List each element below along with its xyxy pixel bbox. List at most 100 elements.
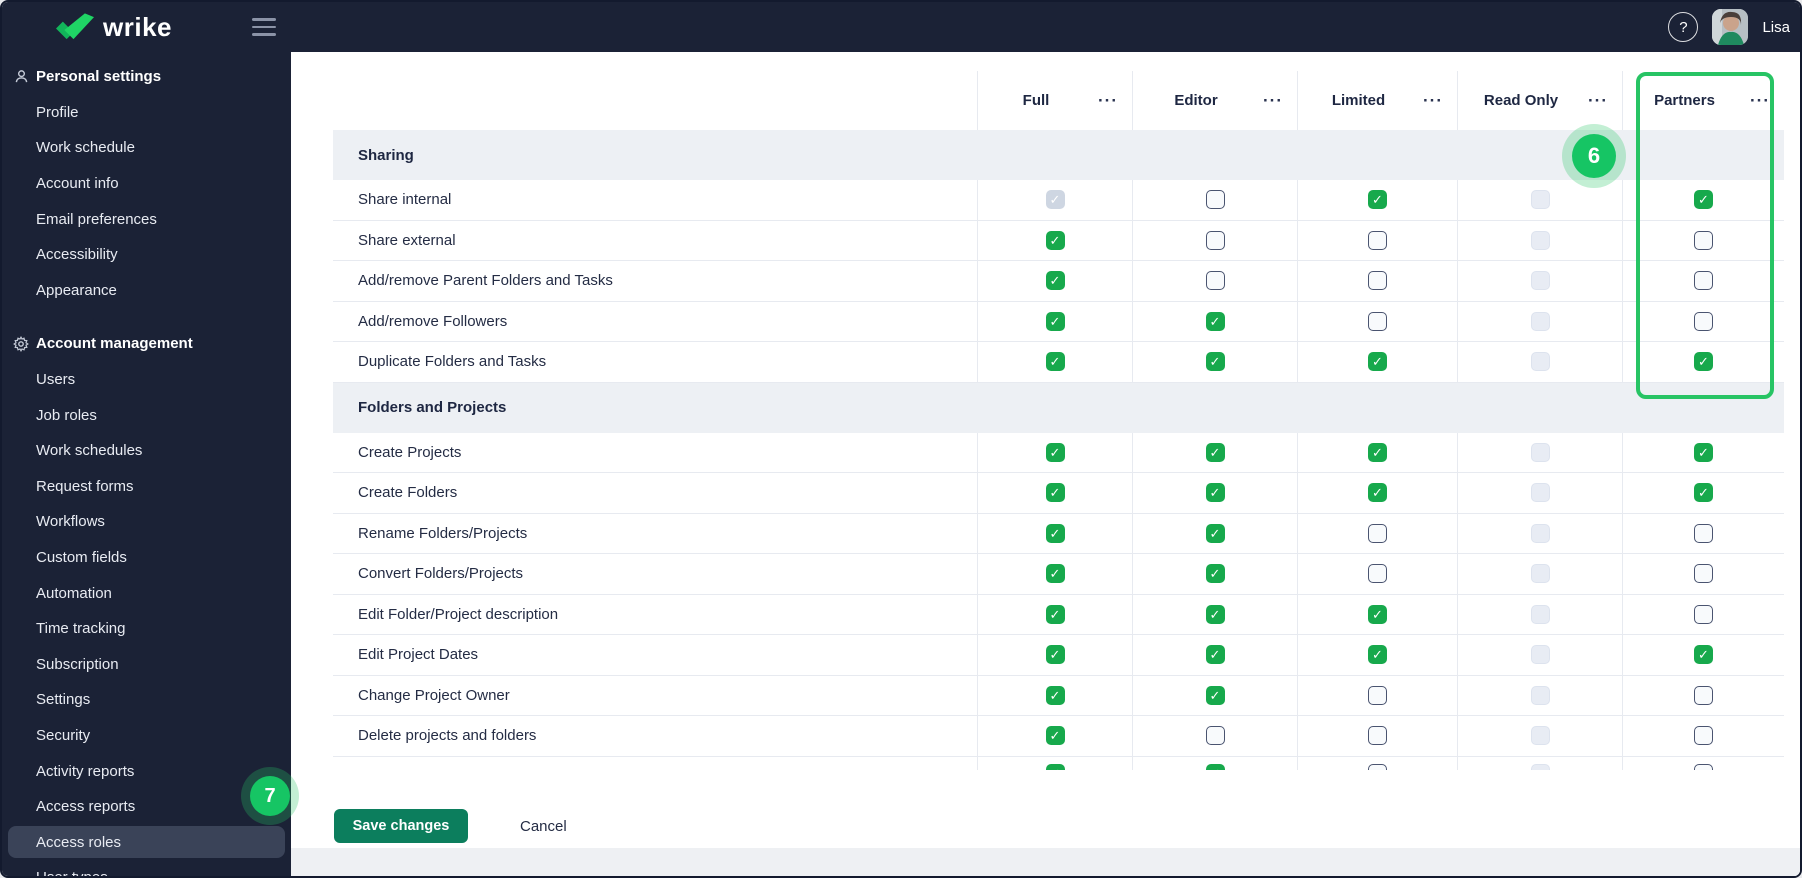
permission-checkbox-checked[interactable]	[1045, 483, 1065, 503]
sidebar-item-email-preferences[interactable]: Email preferences	[2, 201, 291, 237]
permission-checkbox-unchecked[interactable]	[1205, 726, 1225, 746]
permission-checkbox-unchecked[interactable]	[1694, 726, 1713, 746]
sidebar-item-users[interactable]: Users	[2, 362, 291, 398]
permission-checkbox-checked[interactable]	[1205, 564, 1225, 584]
sidebar-item-security[interactable]: Security	[2, 718, 291, 754]
permission-checkbox-checked[interactable]	[1045, 604, 1065, 624]
column-menu-icon[interactable]: ···	[1263, 92, 1283, 109]
column-menu-icon[interactable]: ···	[1098, 92, 1118, 109]
sidebar-item-request-forms[interactable]: Request forms	[2, 469, 291, 505]
permission-checkbox-unchecked[interactable]	[1368, 311, 1387, 331]
permission-checkbox-checked[interactable]	[1045, 645, 1065, 665]
avatar[interactable]	[1712, 9, 1749, 45]
permission-checkbox-checked[interactable]	[1045, 726, 1065, 746]
permission-checkbox-checked[interactable]	[1045, 311, 1065, 331]
permission-checkbox-unchecked[interactable]	[1694, 230, 1713, 250]
permission-checkbox-checked[interactable]	[1205, 352, 1225, 372]
permission-checkbox-checked[interactable]	[1205, 311, 1225, 331]
checkbox-cell	[1132, 716, 1297, 756]
permission-checkbox-checked[interactable]	[1205, 442, 1225, 462]
column-header-read-only[interactable]: Read Only ···	[1457, 71, 1622, 130]
sidebar-item-accessibility[interactable]: Accessibility	[2, 237, 291, 273]
checkbox-cell	[977, 635, 1132, 675]
wrike-logo[interactable]: wrike	[56, 11, 172, 43]
permission-checkbox-unchecked[interactable]	[1694, 311, 1713, 331]
sidebar-item-time-tracking[interactable]: Time tracking	[2, 611, 291, 647]
permission-checkbox-checked[interactable]	[1694, 352, 1713, 372]
checkbox-cell	[1132, 261, 1297, 301]
permission-checkbox-checked[interactable]	[1368, 483, 1387, 503]
permission-checkbox-unchecked[interactable]	[1368, 763, 1387, 770]
sidebar-section-personal-settings[interactable]: Personal settings	[2, 59, 291, 95]
checkbox-cell	[1622, 342, 1784, 382]
help-button[interactable]: ?	[1668, 12, 1699, 42]
permission-checkbox-unchecked[interactable]	[1368, 685, 1387, 705]
permission-checkbox-unchecked[interactable]	[1694, 604, 1713, 624]
sidebar-item-work-schedules[interactable]: Work schedules	[2, 433, 291, 469]
sidebar-item-settings[interactable]: Settings	[2, 682, 291, 718]
menu-toggle-button[interactable]	[252, 18, 276, 36]
permission-checkbox-unchecked[interactable]	[1368, 564, 1387, 584]
sidebar-section-account-management[interactable]: Account management	[2, 326, 291, 362]
permission-checkbox-checked[interactable]	[1205, 685, 1225, 705]
sidebar-item-work-schedule[interactable]: Work schedule	[2, 130, 291, 166]
save-changes-button[interactable]: Save changes	[334, 809, 468, 843]
permission-checkbox-checked[interactable]	[1368, 604, 1387, 624]
column-header-full[interactable]: Full ···	[977, 71, 1132, 130]
permission-checkbox-unchecked[interactable]	[1694, 523, 1713, 543]
permission-checkbox-checked[interactable]	[1045, 564, 1065, 584]
sidebar-item-account-info[interactable]: Account info	[2, 166, 291, 202]
column-header-editor[interactable]: Editor ···	[1132, 71, 1297, 130]
permission-checkbox-unchecked[interactable]	[1368, 726, 1387, 746]
column-header-limited[interactable]: Limited ···	[1297, 71, 1457, 130]
column-header-partners[interactable]: Partners ···	[1622, 71, 1784, 130]
permission-checkbox-checked[interactable]	[1205, 645, 1225, 665]
permission-checkbox-checked[interactable]	[1694, 483, 1713, 503]
permission-checkbox-disabled	[1530, 230, 1550, 250]
sidebar-item-workflows[interactable]: Workflows	[2, 504, 291, 540]
permission-checkbox-checked[interactable]	[1205, 483, 1225, 503]
checkbox-cell	[1297, 342, 1457, 382]
permission-checkbox-checked[interactable]	[1205, 763, 1225, 770]
column-menu-icon[interactable]: ···	[1588, 92, 1608, 109]
permission-checkbox-checked[interactable]	[1205, 523, 1225, 543]
sidebar-item-user-types[interactable]: User types	[2, 860, 291, 876]
sidebar-item-profile[interactable]: Profile	[2, 95, 291, 131]
permission-checkbox-checked[interactable]	[1368, 190, 1387, 210]
sidebar-item-custom-fields[interactable]: Custom fields	[2, 540, 291, 576]
permission-checkbox-unchecked[interactable]	[1205, 271, 1225, 291]
permission-checkbox-checked[interactable]	[1694, 190, 1713, 210]
topbar: wrike ? Lisa	[2, 2, 1800, 52]
sidebar-item-appearance[interactable]: Appearance	[2, 273, 291, 309]
permission-checkbox-checked[interactable]	[1045, 442, 1065, 462]
user-name[interactable]: Lisa	[1762, 19, 1790, 36]
permission-checkbox-checked[interactable]	[1205, 604, 1225, 624]
permission-checkbox-checked[interactable]	[1045, 271, 1065, 291]
permission-checkbox-unchecked[interactable]	[1694, 685, 1713, 705]
permission-checkbox-unchecked[interactable]	[1368, 271, 1387, 291]
permission-checkbox-checked[interactable]	[1045, 685, 1065, 705]
permission-checkbox-checked[interactable]	[1045, 230, 1065, 250]
sidebar-item-access-roles[interactable]: Access roles	[2, 824, 291, 860]
permission-checkbox-checked[interactable]	[1045, 763, 1065, 770]
sidebar-item-job-roles[interactable]: Job roles	[2, 397, 291, 433]
sidebar-item-subscription[interactable]: Subscription	[2, 647, 291, 683]
permission-checkbox-unchecked[interactable]	[1694, 564, 1713, 584]
column-menu-icon[interactable]: ···	[1423, 92, 1443, 109]
permission-checkbox-checked[interactable]	[1694, 645, 1713, 665]
permission-checkbox-checked[interactable]	[1368, 442, 1387, 462]
permission-checkbox-unchecked[interactable]	[1205, 190, 1225, 210]
permission-checkbox-checked[interactable]	[1368, 352, 1387, 372]
permission-checkbox-unchecked[interactable]	[1368, 523, 1387, 543]
permission-checkbox-unchecked[interactable]	[1694, 763, 1713, 770]
permission-checkbox-checked[interactable]	[1368, 645, 1387, 665]
permission-checkbox-unchecked[interactable]	[1694, 271, 1713, 291]
permission-checkbox-unchecked[interactable]	[1205, 230, 1225, 250]
permission-checkbox-checked[interactable]	[1045, 352, 1065, 372]
permission-checkbox-unchecked[interactable]	[1368, 230, 1387, 250]
permission-checkbox-checked[interactable]	[1694, 442, 1713, 462]
sidebar-item-automation[interactable]: Automation	[2, 575, 291, 611]
cancel-button[interactable]: Cancel	[520, 818, 567, 835]
permission-checkbox-checked[interactable]	[1045, 523, 1065, 543]
column-menu-icon[interactable]: ···	[1750, 92, 1770, 109]
